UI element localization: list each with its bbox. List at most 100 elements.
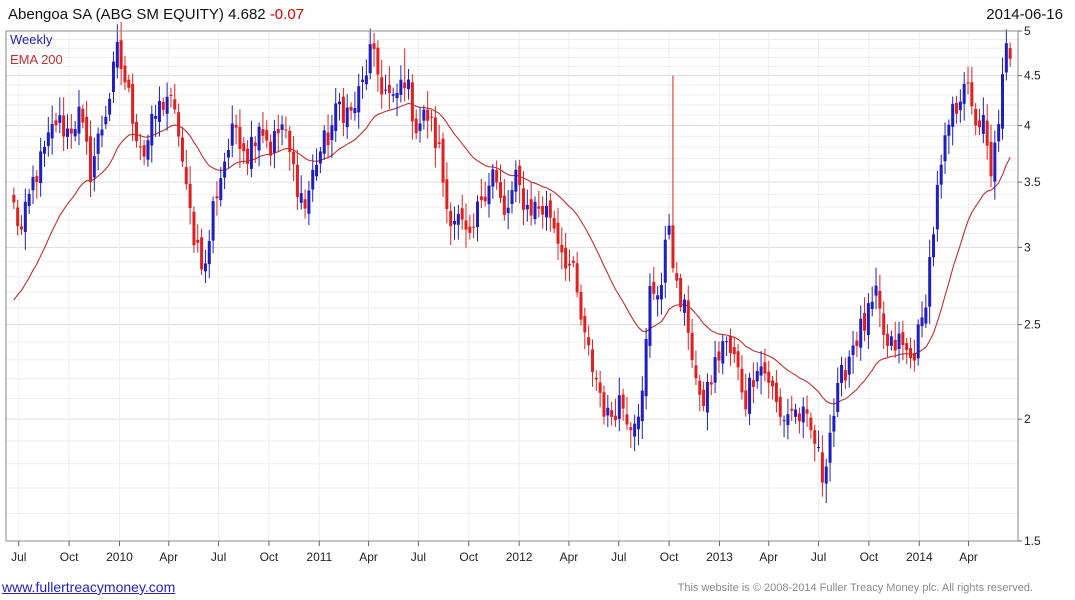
candle bbox=[698, 374, 702, 412]
candle bbox=[748, 372, 752, 426]
candle bbox=[866, 293, 870, 349]
candle bbox=[694, 350, 698, 386]
candle bbox=[322, 125, 326, 160]
candle-body-up bbox=[958, 101, 962, 111]
candle-body-down bbox=[372, 43, 376, 50]
y-tick-label: 3.5 bbox=[1024, 175, 1041, 189]
candle-body-down bbox=[598, 382, 602, 393]
candle-body-up bbox=[65, 128, 69, 137]
candle bbox=[886, 324, 890, 358]
candle-body-up bbox=[146, 140, 150, 160]
candle bbox=[27, 189, 31, 215]
candle-body-up bbox=[150, 113, 154, 146]
candle bbox=[353, 91, 357, 121]
candle-body-down bbox=[69, 128, 73, 134]
candle bbox=[184, 149, 188, 190]
website-link[interactable]: www.fullertreacymoney.com bbox=[2, 579, 175, 595]
candle bbox=[521, 171, 525, 226]
candle-body-down bbox=[805, 409, 809, 414]
candle bbox=[721, 334, 725, 375]
candle-body-down bbox=[54, 120, 58, 126]
candle bbox=[334, 87, 338, 142]
candle-body-down bbox=[878, 290, 882, 309]
candle-body-up bbox=[422, 109, 426, 121]
candle-body-up bbox=[962, 83, 966, 104]
candle bbox=[832, 398, 836, 448]
candle bbox=[847, 350, 851, 388]
candle bbox=[23, 188, 27, 250]
candle-body-down bbox=[403, 82, 407, 89]
candle bbox=[464, 203, 468, 248]
candle bbox=[797, 407, 801, 434]
candle bbox=[180, 127, 184, 167]
candle bbox=[410, 74, 414, 140]
candle-body-up bbox=[866, 303, 870, 335]
candle-body-up bbox=[418, 123, 422, 131]
candle-body-down bbox=[288, 130, 292, 152]
candle-body-down bbox=[1008, 48, 1012, 59]
candle bbox=[338, 92, 342, 121]
candle-body-up bbox=[207, 241, 211, 265]
candle-body-down bbox=[341, 96, 345, 123]
candle-body-down bbox=[349, 106, 353, 111]
candle-body-up bbox=[50, 124, 54, 139]
candle bbox=[39, 137, 43, 197]
candle bbox=[510, 181, 514, 214]
grid-lines bbox=[6, 31, 1018, 541]
candle-body-up bbox=[817, 447, 821, 449]
candle bbox=[840, 356, 844, 397]
candle bbox=[368, 28, 372, 80]
candle-body-down bbox=[882, 313, 886, 335]
candle bbox=[648, 273, 652, 358]
candle bbox=[100, 115, 104, 148]
candle bbox=[610, 401, 614, 426]
x-tick-label: Oct bbox=[860, 550, 879, 564]
candle bbox=[809, 412, 813, 439]
candle bbox=[874, 267, 878, 310]
candle-body-down bbox=[430, 116, 434, 118]
candle bbox=[430, 109, 434, 132]
candle-body-down bbox=[621, 394, 625, 409]
candle bbox=[357, 73, 361, 129]
candle-body-down bbox=[602, 392, 606, 417]
candle bbox=[292, 135, 296, 181]
candle bbox=[146, 134, 150, 167]
candle bbox=[108, 92, 112, 122]
candle-body-down bbox=[414, 118, 418, 134]
candle-body-down bbox=[380, 77, 384, 95]
candle bbox=[863, 297, 867, 342]
candle-body-up bbox=[943, 135, 947, 162]
candle-body-down bbox=[472, 226, 476, 228]
x-tick-label: Oct bbox=[60, 550, 79, 564]
candle bbox=[299, 175, 303, 210]
candle bbox=[445, 162, 449, 224]
x-tick-label: Oct bbox=[260, 550, 279, 564]
candle-body-down bbox=[433, 117, 437, 149]
candle bbox=[820, 435, 824, 497]
candle-body-down bbox=[556, 222, 560, 244]
candle-body-up bbox=[318, 151, 322, 164]
candle bbox=[686, 285, 690, 351]
candle bbox=[912, 339, 916, 372]
candle-body-down bbox=[192, 211, 196, 246]
candle bbox=[1001, 57, 1005, 140]
candle-body-down bbox=[571, 260, 575, 263]
candle bbox=[361, 66, 365, 99]
candle bbox=[238, 109, 242, 168]
candle-body-down bbox=[901, 332, 905, 346]
candle-body-down bbox=[594, 377, 598, 380]
candle-body-down bbox=[763, 362, 767, 374]
candle-body-up bbox=[947, 124, 951, 136]
candle bbox=[453, 206, 457, 240]
candle-body-down bbox=[671, 225, 675, 269]
candle bbox=[629, 422, 633, 448]
candle-body-up bbox=[981, 115, 985, 134]
candle-body-up bbox=[656, 295, 660, 300]
candle bbox=[548, 193, 552, 232]
candle bbox=[387, 66, 391, 110]
candle-body-up bbox=[851, 345, 855, 356]
candle-body-down bbox=[387, 84, 391, 94]
candle-body-up bbox=[874, 285, 878, 296]
candle bbox=[675, 262, 679, 289]
candle bbox=[211, 196, 215, 254]
